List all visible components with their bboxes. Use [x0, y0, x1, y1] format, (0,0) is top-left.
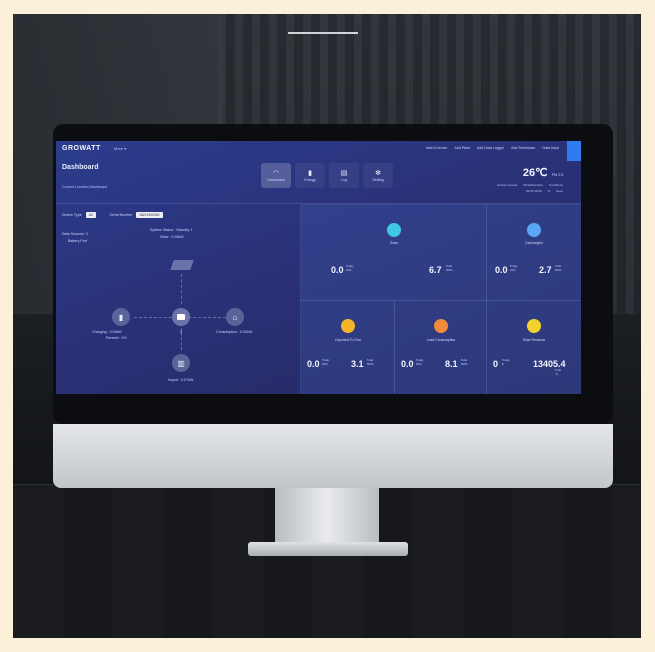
air-quality: PM 2.5: [551, 173, 563, 177]
tab-label: Dashboard: [267, 177, 285, 182]
add-plant-link[interactable]: Add Plant: [454, 146, 470, 150]
device-selectors: Device Type All Serial Number NAS1900062: [62, 212, 163, 218]
add-technician-link[interactable]: Add Technician: [511, 146, 535, 150]
charging-power: Charging : 0.00kW: [92, 330, 122, 334]
home-icon[interactable]: ⌂: [226, 308, 244, 326]
add-datalogger-link[interactable]: Add Data Logger: [477, 146, 504, 150]
solar-today-value: 0.0: [331, 265, 344, 275]
revenue-icon: [527, 319, 541, 333]
sunrise-label: Sunrise Sunset: [496, 183, 518, 187]
solar-power: Solar : 0.00kW: [160, 235, 184, 239]
exported-total-value: 3.1: [351, 359, 364, 369]
solar-total-unit: MWh: [446, 268, 453, 272]
monitor-chin: [53, 424, 613, 488]
device-type-select[interactable]: All: [85, 212, 96, 218]
tab-setting[interactable]: ✻ Setting: [363, 163, 393, 188]
load-icon: [434, 319, 448, 333]
discharged-card[interactable]: Discharged 0.0 Today kWh 2.7 Total MWh: [486, 204, 581, 301]
revenue-title: Solar Revenue: [522, 338, 546, 342]
more-menu[interactable]: More ▾: [114, 146, 126, 151]
wind-label: Wind/Direction: [523, 183, 543, 187]
page-subtitle: Current Location Dashboard: [62, 185, 108, 189]
revenue-card[interactable]: Solar Revenue 0 Today $ 13405.4 Total $: [486, 300, 581, 394]
solar-total-value: 6.7: [429, 265, 442, 275]
monitor-screen: GROWATT More ▾ Add A Device Add Plant Ad…: [56, 141, 581, 394]
serial-select[interactable]: NAS1900062: [136, 212, 163, 218]
add-device-link[interactable]: Add A Device: [426, 146, 447, 150]
battery-discharge-icon: [527, 223, 541, 237]
revenue-today-value: 0: [493, 359, 499, 369]
top-links: Add A Device Add Plant Add Data Logger A…: [426, 146, 559, 150]
consumption-power: Consumption : 0.00kW: [216, 330, 253, 334]
discharged-today-unit: kWh: [510, 268, 516, 272]
grid-export-icon: [341, 319, 355, 333]
page-title: Dashboard: [62, 164, 99, 171]
revenue-today-unit: $: [502, 362, 504, 366]
solar-card[interactable]: Solar 0.0 Today kWh 6.7 Total MWh: [300, 204, 487, 301]
energy-flow-panel: Device Type All Serial Number NAS1900062…: [56, 204, 296, 394]
battery-port[interactable]: Battery Port: [68, 239, 87, 243]
conditions-value: Haze: [555, 189, 563, 193]
tab-label: Energy: [304, 177, 316, 182]
tab-energy[interactable]: ▮ Energy: [295, 163, 325, 188]
monitor-base: [248, 542, 408, 556]
brand-logo[interactable]: GROWATT: [62, 145, 101, 152]
exported-card[interactable]: Exported To Grid 0.0 Today kWh 3.1 Total…: [300, 300, 395, 394]
grid-icon[interactable]: ▥: [172, 354, 190, 372]
load-total-value: 8.1: [445, 359, 458, 369]
tab-dashboard[interactable]: ◠ Dashboard: [261, 163, 291, 188]
tab-label: Setting: [372, 177, 384, 182]
exported-title: Exported To Grid: [335, 338, 361, 342]
conditions-label: Conditions: [548, 183, 563, 187]
serial-label: Serial Number: [109, 213, 133, 217]
top-light-strip: [288, 32, 358, 34]
inverter-value: 0: [180, 330, 182, 334]
revenue-total-unit: $: [556, 372, 558, 376]
solar-today-unit: kWh: [346, 268, 352, 272]
exported-total-unit: MWh: [367, 362, 374, 366]
battery-percent: Percent : 0%: [106, 336, 127, 340]
flow-line-top: [181, 274, 182, 304]
load-title: Load Consumption: [426, 338, 456, 342]
document-icon: ▤: [340, 169, 348, 177]
data-input-link[interactable]: Data Input: [542, 146, 559, 150]
gear-icon: ✻: [375, 169, 381, 177]
device-type-label: Device Type: [62, 213, 82, 217]
sun-icon: [387, 223, 401, 237]
system-status: System Status : Standby 1: [150, 228, 193, 232]
inverter-icon[interactable]: [172, 308, 190, 326]
discharged-total-unit: MWh: [555, 268, 562, 272]
bar-chart-icon: ▮: [308, 169, 312, 177]
corner-button[interactable]: [567, 141, 581, 161]
data-sources: Data Sources: 3: [62, 232, 88, 236]
exported-today-unit: kWh: [322, 362, 328, 366]
weather-widget: 26℃ PM 2.5 Sunrise Sunset Wind/Direction…: [497, 163, 563, 193]
main-tabs: ◠ Dashboard ▮ Energy ▤ Log ✻ Setting: [261, 163, 393, 188]
solar-title: Solar: [390, 241, 398, 245]
battery-icon[interactable]: ▮: [112, 308, 130, 326]
wind-value: N: [547, 189, 550, 193]
load-today-unit: kWh: [416, 362, 422, 366]
tab-log[interactable]: ▤ Log: [329, 163, 359, 188]
tab-label: Log: [341, 177, 347, 182]
top-bar: GROWATT More ▾ Add A Device Add Plant Ad…: [56, 141, 581, 161]
temperature: 26℃: [522, 167, 548, 179]
discharged-total-value: 2.7: [539, 265, 552, 275]
solar-panel-icon: [170, 260, 194, 270]
gauge-icon: ◠: [272, 169, 280, 177]
discharged-today-value: 0.0: [495, 265, 508, 275]
load-card[interactable]: Load Consumption 0.0 Today kWh 8.1 Total…: [394, 300, 487, 394]
load-total-unit: MWh: [461, 362, 468, 366]
stats-panel: Solar 0.0 Today kWh 6.7 Total MWh Discha…: [300, 204, 581, 394]
import-power: Import : 0.07kW: [168, 378, 194, 382]
discharged-title: Discharged: [525, 241, 543, 245]
exported-today-value: 0.0: [307, 359, 320, 369]
load-today-value: 0.0: [401, 359, 414, 369]
sunrise-value: 06:00 18:00: [525, 189, 542, 193]
monitor-stand: [275, 488, 379, 544]
